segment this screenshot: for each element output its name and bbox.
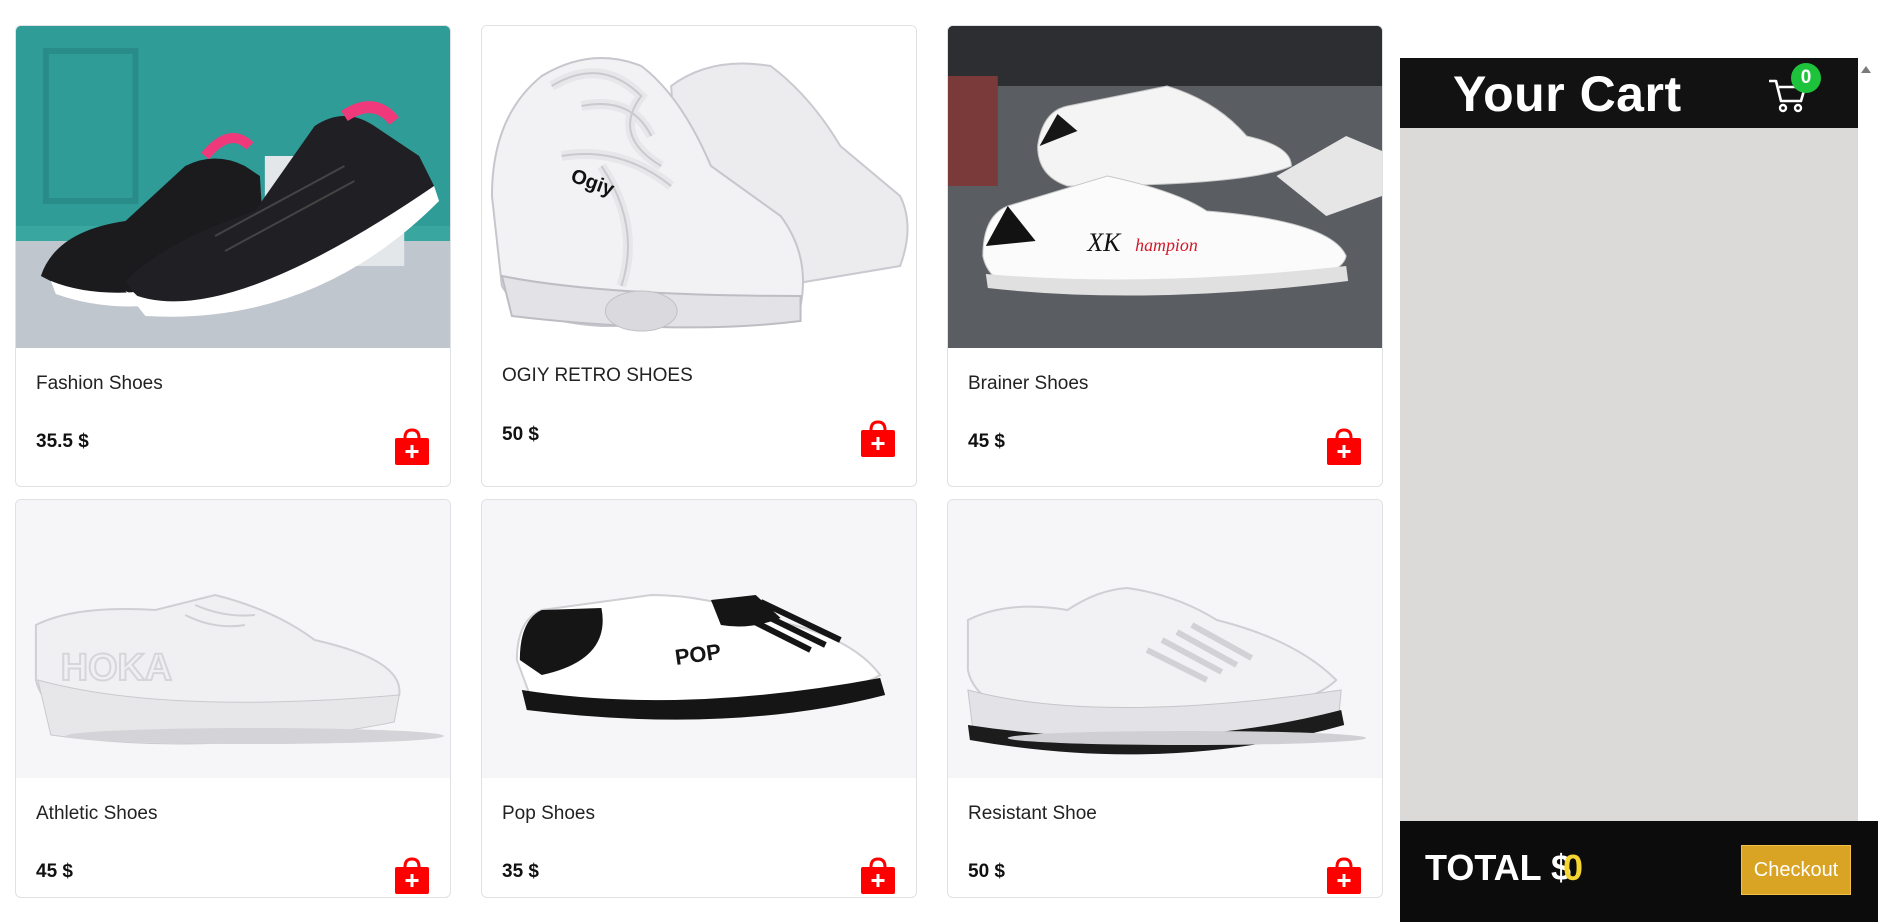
product-price: 50 $: [502, 424, 539, 445]
cart-title: Your Cart: [1453, 66, 1682, 122]
product-card: POP Pop Shoes 35 $: [481, 499, 917, 898]
product-card: Fashion Shoes 35.5 $: [15, 25, 451, 487]
shopping-bag-plus-icon: [395, 857, 429, 894]
shopping-bag-plus-icon: [861, 420, 895, 457]
product-name: Athletic Shoes: [36, 803, 158, 824]
total-value: 0: [1563, 847, 1584, 888]
shopping-bag-plus-icon: [395, 428, 429, 465]
scroll-up-arrow-icon[interactable]: [1860, 63, 1872, 75]
add-to-cart-button[interactable]: [394, 428, 430, 466]
cart-panel: Your Cart 0 TOTAL $ 0 Checkout: [1400, 58, 1878, 922]
shopping-bag-plus-icon: [861, 857, 895, 894]
product-price: 35.5 $: [36, 431, 89, 452]
svg-text:hampion: hampion: [1135, 235, 1198, 255]
add-to-cart-button[interactable]: [860, 857, 896, 895]
add-to-cart-button[interactable]: [1326, 857, 1362, 895]
product-card: XK hampion Brainer Shoes 45 $: [947, 25, 1383, 487]
product-price: 50 $: [968, 861, 1005, 882]
product-card: Resistant Shoe 50 $: [947, 499, 1383, 898]
svg-text:XK: XK: [1086, 228, 1122, 257]
product-price: 45 $: [968, 431, 1005, 452]
shopping-bag-plus-icon: [1327, 428, 1361, 465]
product-price: 45 $: [36, 861, 73, 882]
checkout-button[interactable]: Checkout: [1741, 845, 1851, 895]
product-card: Ogiy OGIY RETRO SHOES 50 $: [481, 25, 917, 487]
cart-footer: TOTAL $ 0 Checkout: [1400, 821, 1878, 922]
shop-page: Fashion Shoes 35.5 $ Ogiy OGIY RETRO SHO…: [0, 0, 1878, 922]
product-card: HOKA Athletic Shoes 45 $: [15, 499, 451, 898]
cart-count-badge: 0: [1791, 63, 1821, 93]
product-price: 35 $: [502, 861, 539, 882]
total-label: TOTAL $: [1425, 847, 1572, 888]
add-to-cart-button[interactable]: [394, 857, 430, 895]
product-name: Brainer Shoes: [968, 373, 1089, 394]
shopping-bag-plus-icon: [1327, 857, 1361, 894]
product-image: [16, 26, 450, 348]
product-name: OGIY RETRO SHOES: [502, 365, 693, 386]
product-name: Fashion Shoes: [36, 373, 163, 394]
product-image: XK hampion: [948, 26, 1382, 348]
add-to-cart-button[interactable]: [860, 420, 896, 458]
product-image: Ogiy: [482, 26, 916, 348]
product-image: POP: [482, 500, 916, 778]
product-name: Pop Shoes: [502, 803, 595, 824]
svg-text:HOKA: HOKA: [61, 647, 172, 689]
product-name: Resistant Shoe: [968, 803, 1097, 824]
product-image: HOKA: [16, 500, 450, 778]
product-image: [948, 500, 1382, 778]
cart-header: Your Cart 0: [1400, 58, 1858, 128]
add-to-cart-button[interactable]: [1326, 428, 1362, 466]
